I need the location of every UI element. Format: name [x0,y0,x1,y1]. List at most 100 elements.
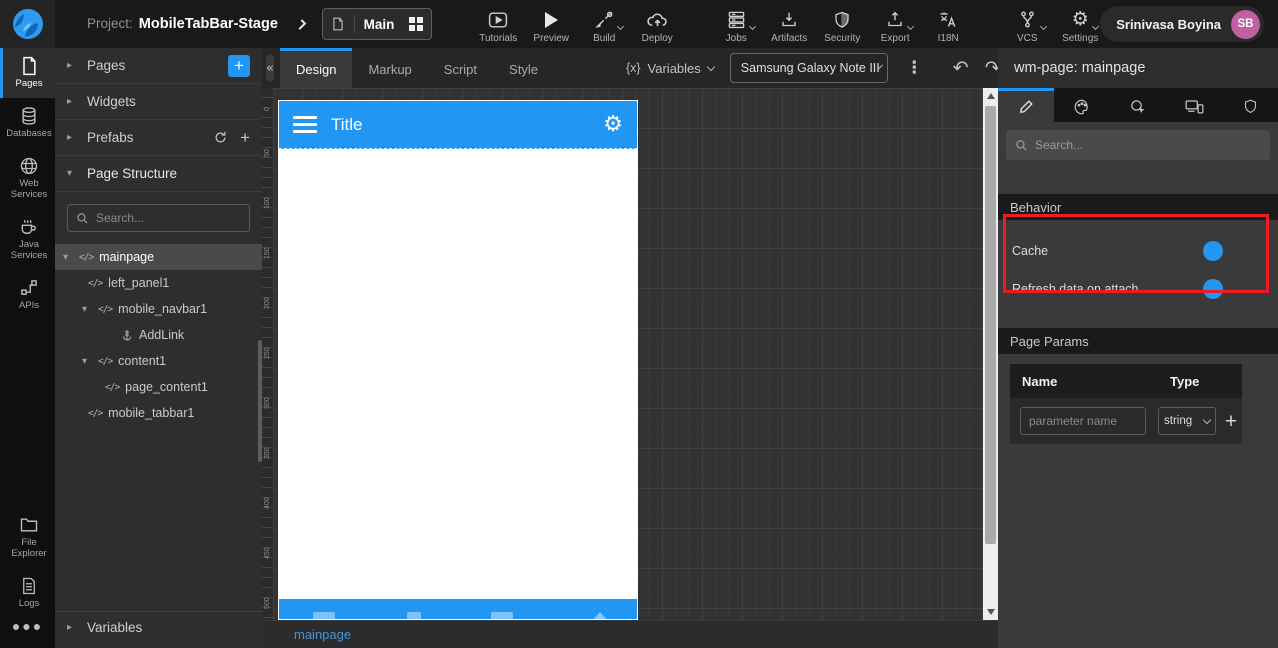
sidebar-item-java-services[interactable]: Java Services [0,209,55,270]
vcs-icon [1018,10,1047,30]
sidebar-item-pages[interactable]: Pages [0,48,55,98]
variables-menu[interactable]: {x} Variables [626,61,716,76]
caret-down-icon[interactable]: ▾ [63,252,73,263]
cache-toggle[interactable] [1185,241,1223,261]
section-variables[interactable]: ▸ Variables [55,611,262,642]
i18n-button[interactable]: I18N [928,5,968,44]
behavior-section: Cache Refresh data on attach [998,220,1278,322]
section-prefabs[interactable]: ▸ Prefabs + [55,120,262,156]
section-pages[interactable]: ▸ Pages + [55,48,262,84]
open-page-tab[interactable]: mainpage [294,627,351,642]
tree-item-content1[interactable]: ▾ </> content1 [55,348,262,374]
search-input[interactable] [1035,138,1261,152]
sidebar-more-button[interactable]: ●●● [0,618,55,634]
tab-script[interactable]: Script [428,48,493,88]
settings-button[interactable]: ⚙ Settings [1060,5,1100,44]
tab-security[interactable] [1222,88,1278,122]
param-name-input[interactable] [1020,407,1146,435]
design-canvas[interactable]: 0 50 100 150 200 250 300 350 400 450 500… [262,88,998,620]
tab-styles[interactable] [1054,88,1110,122]
device-select[interactable]: Samsung Galaxy Note III [729,53,888,83]
magnifier-cursor-icon [1129,98,1147,116]
jobs-button[interactable]: Jobs [716,5,756,44]
tree-item-mainpage[interactable]: ▾ </> mainpage [55,244,262,270]
refresh-data-on-attach-row: Refresh data on attach [1012,270,1223,308]
sidebar-item-file-explorer[interactable]: File Explorer [0,507,55,568]
export-button[interactable]: Export [875,5,915,44]
tutorials-icon [488,10,508,30]
tree-item-page-content1[interactable]: </> page_content1 [55,374,262,400]
tab-design[interactable]: Design [279,48,353,88]
chevron-right-icon[interactable] [295,18,306,30]
hamburger-menu-icon[interactable] [293,116,317,133]
scrollbar-thumb[interactable] [985,106,996,544]
refresh-icon[interactable] [213,130,228,145]
tabbar-icon [313,612,335,619]
chevron-down-icon [706,62,716,71]
section-widgets[interactable]: ▸ Widgets [55,84,262,120]
tab-style[interactable]: Style [493,48,554,88]
scroll-up-arrow[interactable] [986,93,995,99]
tab-devices[interactable] [1166,88,1222,122]
vcs-button[interactable]: VCS [1007,5,1047,44]
grid-view-icon[interactable] [409,17,424,31]
project-name: MobileTabBar-Stage [138,16,278,32]
user-avatar: SB [1231,9,1260,39]
tree-item-mobile-tabbar1[interactable]: </> mobile_tabbar1 [55,400,262,426]
tree-item-left-panel1[interactable]: </> left_panel1 [55,270,262,296]
artifacts-button[interactable]: Artifacts [769,5,809,44]
navbar-settings-gear-icon[interactable]: ⚙ [603,112,623,137]
sidebar-item-databases[interactable]: Databases [0,98,55,148]
properties-panel: wm-page: mainpage Behavior [998,48,1278,648]
security-button[interactable]: Security [822,5,862,44]
add-prefab-icon[interactable]: + [240,128,250,148]
tree-item-addlink[interactable]: AddLink [55,322,262,348]
app-logo[interactable] [0,0,55,48]
collapse-left-panel-button[interactable]: « [266,55,274,81]
tree-item-mobile-navbar1[interactable]: ▾ </> mobile_navbar1 [55,296,262,322]
mobile-navbar[interactable]: Title ⚙ [279,101,637,149]
param-type-select[interactable]: string [1158,407,1216,435]
preview-button[interactable]: Preview [531,5,571,44]
tab-markup[interactable]: Markup [352,48,427,88]
tab-properties[interactable] [998,88,1054,122]
deploy-button[interactable]: Deploy [637,5,677,44]
i18n-icon [938,10,958,30]
search-icon [76,212,89,225]
tab-events[interactable] [1110,88,1166,122]
build-button[interactable]: Build [584,5,624,44]
refresh-data-on-attach-toggle[interactable] [1185,279,1223,299]
page-params-section-header[interactable]: Page Params [998,328,1278,354]
device-preview[interactable]: Title ⚙ [278,100,638,620]
section-page-structure[interactable]: ▾ Page Structure [55,156,262,192]
mobile-tabbar[interactable] [279,599,637,619]
canvas-scrollbar[interactable] [983,88,998,620]
behavior-section-header[interactable]: Behavior [998,194,1278,220]
search-input[interactable] [96,211,241,225]
chevron-down-icon [1202,415,1212,424]
caret-down-icon: ▾ [67,168,73,179]
sidebar-item-web-services[interactable]: Web Services [0,148,55,209]
add-param-button[interactable]: + [1220,411,1242,432]
sidebar-item-apis[interactable]: APIs [0,270,55,320]
wavemaker-logo-icon [11,7,45,41]
jobs-icon [727,10,756,30]
build-icon [595,10,624,30]
properties-search[interactable] [1006,130,1270,160]
scroll-down-arrow[interactable] [986,609,995,615]
page-structure-search[interactable] [67,204,250,232]
undo-icon[interactable]: ↶ [953,58,969,78]
page-selector[interactable]: Main [321,8,433,40]
caret-right-icon: ▸ [67,621,73,633]
add-page-button[interactable]: + [228,54,250,77]
page-content-area[interactable] [279,149,637,599]
caret-down-icon[interactable]: ▾ [82,304,92,315]
user-menu[interactable]: Srinivasa Boyina SB [1100,6,1264,42]
vertical-ruler: 0 50 100 150 200 250 300 350 400 450 500 [262,88,274,620]
more-options-icon[interactable]: ⋮ [906,58,923,78]
caret-down-icon[interactable]: ▾ [82,356,92,367]
sidebar-item-logs[interactable]: Logs [0,568,55,618]
tutorials-button[interactable]: Tutorials [478,5,518,44]
chevron-down-icon [616,22,624,30]
page-selector-value: Main [363,16,395,32]
